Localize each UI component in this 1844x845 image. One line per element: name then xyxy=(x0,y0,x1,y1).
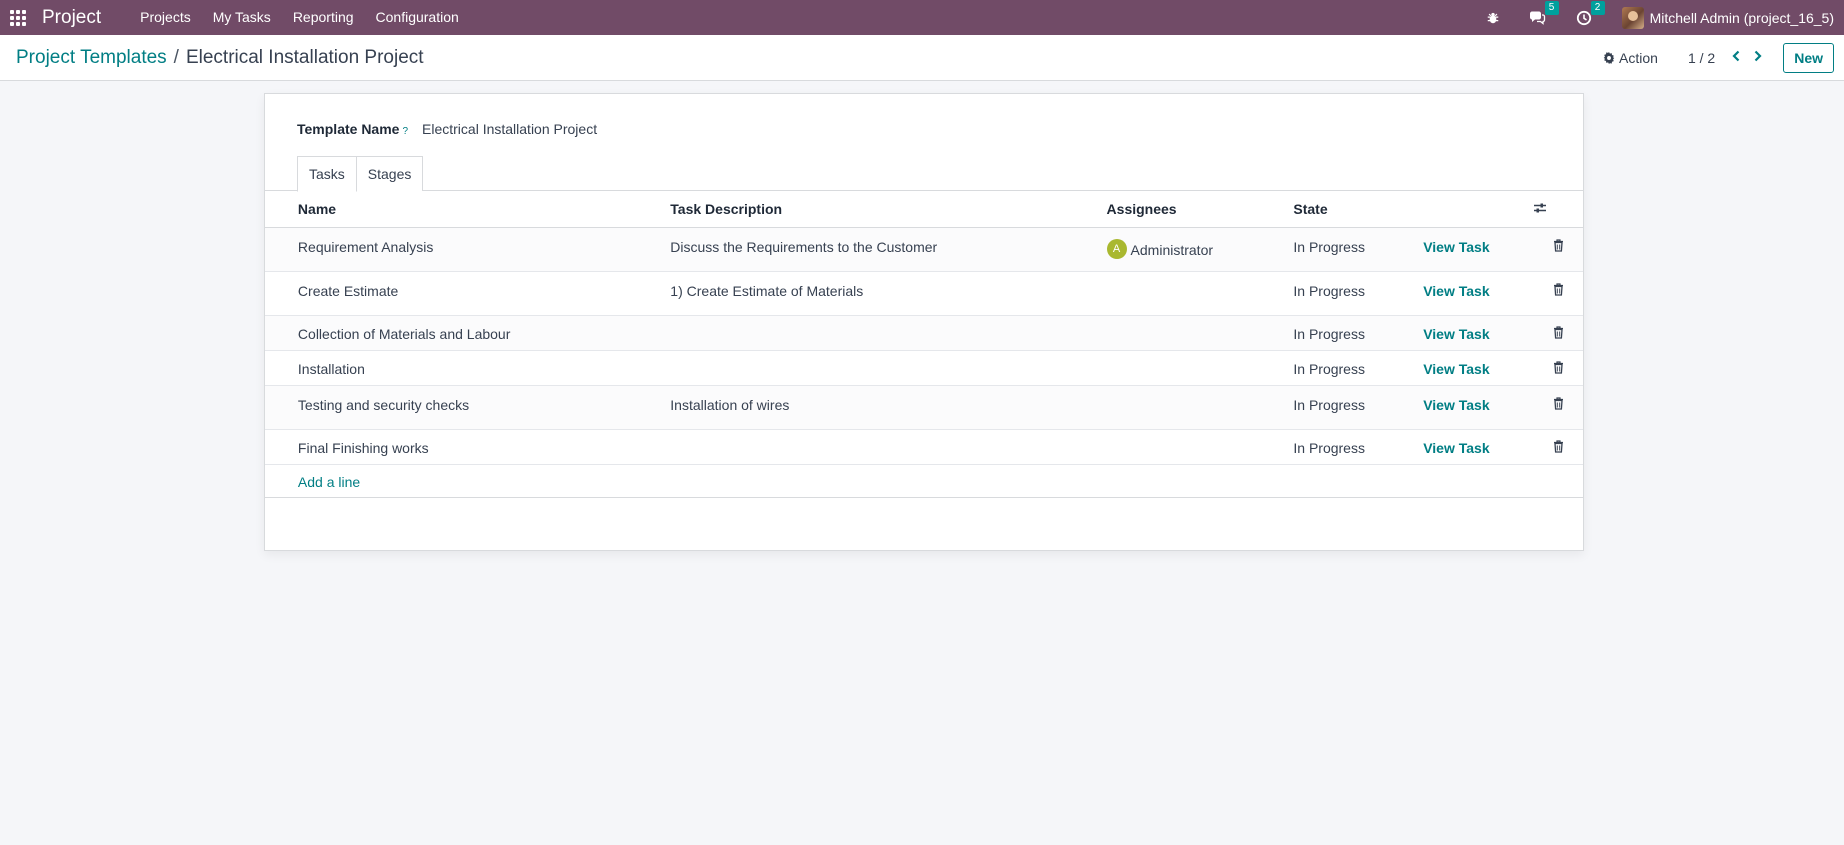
chevron-right-icon[interactable] xyxy=(1747,49,1769,66)
assignee-name: Administrator xyxy=(1130,242,1214,258)
pager-value[interactable]: 1 / 2 xyxy=(1688,50,1715,66)
view-task-button[interactable]: View Task xyxy=(1423,283,1489,299)
assignee-avatar: A xyxy=(1106,238,1127,259)
task-name: Create Estimate xyxy=(297,271,671,316)
task-name: Collection of Materials and Labour xyxy=(297,315,671,351)
column-settings-icon[interactable] xyxy=(1533,201,1547,217)
table-row[interactable]: Installation In Progress View Task xyxy=(265,350,1583,386)
chat-icon[interactable]: 5 xyxy=(1528,0,1559,26)
trash-icon[interactable] xyxy=(1553,360,1564,377)
user-avatar xyxy=(1621,6,1644,29)
add-a-line-button[interactable]: Add a line xyxy=(298,474,360,490)
notebook-tabs: Tasks Stages xyxy=(297,156,1583,192)
view-task-button[interactable]: View Task xyxy=(1423,239,1489,255)
table-row[interactable]: Requirement Analysis Discuss the Require… xyxy=(265,227,1583,272)
template-name-input[interactable]: Electrical Installation Project xyxy=(422,121,597,137)
column-name[interactable]: Name xyxy=(297,191,671,228)
page-title: Electrical Installation Project xyxy=(185,46,424,68)
table-row[interactable]: Create Estimate 1) Create Estimate of Ma… xyxy=(265,271,1583,316)
user-name: Mitchell Admin (project_16_5) xyxy=(1649,9,1834,26)
bug-icon[interactable] xyxy=(1486,11,1500,25)
menu-reporting[interactable]: Reporting xyxy=(282,0,365,35)
task-name: Installation xyxy=(297,350,671,386)
task-state: In Progress xyxy=(1293,429,1424,465)
trash-icon[interactable] xyxy=(1553,282,1564,299)
table-row[interactable]: Testing and security checks Installation… xyxy=(265,385,1583,430)
menu-my-tasks[interactable]: My Tasks xyxy=(202,0,282,35)
task-state: In Progress xyxy=(1293,350,1424,386)
control-actions: Action 1 / 2 New xyxy=(1603,42,1834,73)
view-task-button[interactable]: View Task xyxy=(1423,361,1489,377)
add-line-row: Add a line xyxy=(265,464,1583,498)
task-state: In Progress xyxy=(1293,315,1424,351)
menu-projects[interactable]: Projects xyxy=(129,0,202,35)
assignee: A Administrator xyxy=(1106,238,1214,259)
template-name-label: Template Name xyxy=(297,121,400,137)
clock-icon[interactable]: 2 xyxy=(1576,0,1605,26)
action-label: Action xyxy=(1619,49,1658,66)
task-state: In Progress xyxy=(1293,271,1424,316)
tab-tasks[interactable]: Tasks xyxy=(297,156,357,192)
task-name: Requirement Analysis xyxy=(297,227,671,272)
view-task-button[interactable]: View Task xyxy=(1423,440,1489,456)
column-task-description[interactable]: Task Description xyxy=(670,191,1107,228)
trash-icon[interactable] xyxy=(1553,439,1564,456)
view-task-button[interactable]: View Task xyxy=(1423,326,1489,342)
breadcrumb-separator: / xyxy=(173,46,179,68)
action-button[interactable]: Action xyxy=(1603,50,1658,66)
table-header: Name Task Description Assignees State xyxy=(265,191,1583,228)
help-tooltip-icon[interactable]: ? xyxy=(402,126,408,137)
task-description: 1) Create Estimate of Materials xyxy=(670,271,1107,316)
top-navbar: Project Projects My Tasks Reporting Conf… xyxy=(0,0,1844,35)
trash-icon[interactable] xyxy=(1553,238,1564,255)
tab-stages[interactable]: Stages xyxy=(355,156,424,191)
activities-badge: 2 xyxy=(1590,0,1605,15)
control-panel: Project Templates / Electrical Installat… xyxy=(0,35,1844,81)
new-button[interactable]: New xyxy=(1783,42,1834,73)
column-state[interactable]: State xyxy=(1293,191,1424,228)
user-menu[interactable]: Mitchell Admin (project_16_5) xyxy=(1621,6,1834,29)
task-state: In Progress xyxy=(1293,227,1424,272)
app-name[interactable]: Project xyxy=(42,7,101,29)
task-name: Final Finishing works xyxy=(297,429,671,465)
menu-configuration[interactable]: Configuration xyxy=(365,0,470,35)
chevron-left-icon[interactable] xyxy=(1725,49,1747,66)
table-row[interactable]: Final Finishing works In Progress View T… xyxy=(265,429,1583,465)
gear-icon xyxy=(1603,51,1615,64)
view-task-button[interactable]: View Task xyxy=(1423,397,1489,413)
apps-icon[interactable] xyxy=(10,9,26,26)
tasks-table: Name Task Description Assignees State Re… xyxy=(265,191,1583,498)
trash-icon[interactable] xyxy=(1553,396,1564,413)
form-sheet: Template Name ? Electrical Installation … xyxy=(264,93,1584,551)
breadcrumb: Project Templates / Electrical Installat… xyxy=(16,47,424,69)
breadcrumb-project-templates[interactable]: Project Templates xyxy=(16,47,167,69)
navbar-systray: 5 2 Mitchell Admin (project_16_5) xyxy=(1486,0,1834,29)
table-row[interactable]: Collection of Materials and Labour In Pr… xyxy=(265,315,1583,351)
messages-badge: 5 xyxy=(1544,0,1559,15)
column-assignees[interactable]: Assignees xyxy=(1106,191,1294,228)
task-description: Discuss the Requirements to the Customer xyxy=(670,227,1107,272)
task-description: Installation of wires xyxy=(670,385,1107,430)
trash-icon[interactable] xyxy=(1553,325,1564,342)
task-name: Testing and security checks xyxy=(297,385,671,430)
main-menu: Projects My Tasks Reporting Configuratio… xyxy=(129,0,470,35)
task-state: In Progress xyxy=(1293,385,1424,430)
template-name-field: Template Name ? Electrical Installation … xyxy=(297,121,597,137)
